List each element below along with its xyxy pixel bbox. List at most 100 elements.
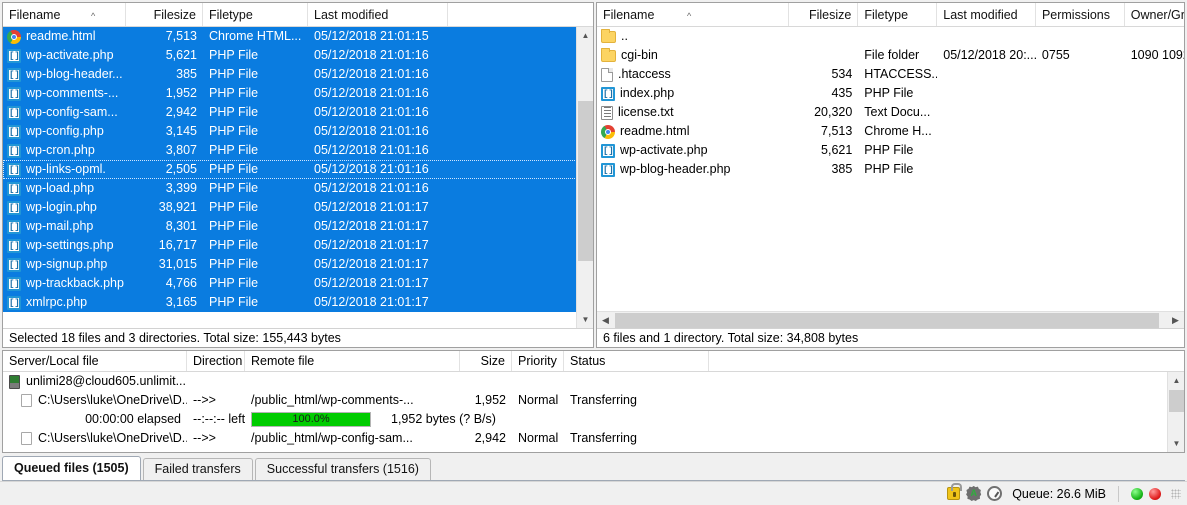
remote-column-filesize[interactable]: Filesize (789, 3, 859, 26)
local-column-filetype[interactable]: Filetype (203, 3, 308, 26)
local-file-row[interactable]: [] wp-trackback.php 4,766 PHP File 05/12/201… (3, 274, 593, 293)
local-column-filename[interactable]: Filename ^ (3, 3, 126, 26)
queue-column-header[interactable]: Server/Local file Direction Remote file … (3, 351, 1184, 372)
remote-column-header[interactable]: Filename ^ Filesize Filetype Last modifi… (597, 3, 1184, 27)
queue-column-size[interactable]: Size (460, 351, 512, 371)
queue-column-priority[interactable]: Priority (512, 351, 564, 371)
local-pane-status: Selected 18 files and 3 directories. Tot… (3, 328, 593, 347)
local-file-row[interactable]: [] wp-activate.php 5,621 PHP File 05/12/2018… (3, 46, 593, 65)
remote-file-name: wp-activate.php (620, 143, 708, 157)
local-file-row[interactable]: [] wp-login.php 38,921 PHP File 05/12/2018 2… (3, 198, 593, 217)
local-vertical-scrollbar[interactable]: ▲ ▼ (576, 27, 593, 328)
local-file-row[interactable]: [] wp-mail.php 8,301 PHP File 05/12/2018 21:… (3, 217, 593, 236)
remote-file-name: license.txt (618, 105, 674, 119)
remote-file-row[interactable]: readme.html 7,513 Chrome H... (597, 122, 1184, 141)
resize-grip[interactable] (1171, 488, 1181, 499)
tab-successful-transfers[interactable]: Successful transfers (1516) (254, 458, 431, 480)
remote-file-row[interactable]: license.txt 20,320 Text Docu... (597, 103, 1184, 122)
queue-list[interactable]: unlimi28@cloud605.unlimit... C:\Users\luk… (3, 372, 1184, 452)
remote-file-permissions: 0755 (1041, 48, 1070, 62)
remote-file-size: 385 (831, 162, 853, 176)
remote-hscroll-thumb[interactable] (615, 313, 1159, 328)
speedometer-icon[interactable] (987, 486, 1003, 501)
queue-column-filler (709, 351, 1149, 371)
queue-transfer-row[interactable]: C:\Users\luke\OneDrive\D... -->> /public_h… (3, 391, 1184, 410)
remote-column-permissions[interactable]: Permissions (1036, 3, 1125, 26)
queue-column-status[interactable]: Status (564, 351, 709, 371)
remote-file-row[interactable]: .htaccess 534 HTACCESS... (597, 65, 1184, 84)
queue-size: 2,942 (474, 431, 506, 445)
queue-server-row[interactable]: unlimi28@cloud605.unlimit... (3, 372, 1184, 391)
local-file-row[interactable]: [] wp-config.php 3,145 PHP File 05/12/2018 2… (3, 122, 593, 141)
remote-scroll-left-button[interactable]: ◀ (597, 312, 614, 329)
local-file-row[interactable]: [] wp-load.php 3,399 PHP File 05/12/2018 21:… (3, 179, 593, 198)
local-file-row[interactable]: [] wp-blog-header... 385 PHP File 05/12/2018… (3, 65, 593, 84)
remote-file-name: wp-blog-header.php (620, 162, 731, 176)
local-column-lastmodified[interactable]: Last modified (308, 3, 448, 26)
remote-file-list[interactable]: .. cgi-bin File folder 05/12/2018 20:... 075… (597, 27, 1184, 311)
remote-column-filename[interactable]: Filename ^ (597, 3, 790, 26)
remote-column-owner[interactable]: Owner/Gro (1125, 3, 1184, 26)
local-file-row[interactable]: readme.html 7,513 Chrome HTML... 05/12/2018… (3, 27, 593, 46)
queue-time-left: --:--:-- left (193, 412, 245, 426)
local-file-modified: 05/12/2018 21:01:17 (314, 257, 429, 271)
local-file-name: wp-settings.php (26, 238, 114, 252)
php-icon: [] (7, 143, 21, 158)
php-icon: [] (7, 105, 21, 120)
local-file-name: wp-login.php (26, 200, 97, 214)
remote-column-filetype[interactable]: Filetype (858, 3, 938, 26)
local-file-modified: 05/12/2018 21:01:16 (314, 67, 429, 81)
remote-file-permissions (1036, 84, 1125, 103)
folder-icon (601, 28, 616, 43)
local-file-row[interactable]: [] wp-comments-... 1,952 PHP File 05/12/2018… (3, 84, 593, 103)
queue-scroll-thumb[interactable] (1169, 390, 1184, 412)
lock-icon[interactable] (947, 483, 963, 500)
local-file-name: wp-signup.php (26, 257, 108, 271)
tab-queued-files[interactable]: Queued files (1505) (2, 456, 141, 480)
remote-file-row[interactable]: .. (597, 27, 1184, 46)
local-file-list[interactable]: readme.html 7,513 Chrome HTML... 05/12/2018… (3, 27, 593, 328)
local-file-modified: 05/12/2018 21:01:17 (314, 295, 429, 309)
gear-icon[interactable] (966, 486, 982, 501)
local-file-row[interactable]: [] wp-settings.php 16,717 PHP File 05/12/201… (3, 236, 593, 255)
local-file-name: wp-links-opml. (26, 162, 106, 176)
remote-file-modified: 05/12/2018 20:... (943, 48, 1036, 62)
progress-percent-label: 100.0% (292, 413, 330, 425)
local-column-header[interactable]: Filename ^ Filesize Filetype Last modifi… (3, 3, 593, 27)
remote-scroll-right-button[interactable]: ▶ (1167, 312, 1184, 329)
local-scroll-up-button[interactable]: ▲ (577, 27, 593, 44)
remote-file-owner (1125, 103, 1184, 122)
local-scroll-down-button[interactable]: ▼ (577, 311, 593, 328)
queue-scroll-down-button[interactable]: ▼ (1168, 435, 1184, 452)
queue-vertical-scrollbar[interactable]: ▲ ▼ (1167, 372, 1184, 452)
tab-failed-transfers[interactable]: Failed transfers (142, 458, 253, 480)
remote-file-row[interactable]: cgi-bin File folder 05/12/2018 20:... 0755 1… (597, 46, 1184, 65)
remote-column-lastmodified[interactable]: Last modified (937, 3, 1036, 26)
local-file-name-cell: [] wp-settings.php (3, 236, 126, 255)
queue-progress-row[interactable]: 00:00:00 elapsed --:--:-- left 100.0% 1,952… (3, 410, 1184, 429)
local-column-filesize[interactable]: Filesize (126, 3, 203, 26)
local-file-row[interactable]: [] wp-config-sam... 2,942 PHP File 05/12/201… (3, 103, 593, 122)
queue-column-serverlocalfile[interactable]: Server/Local file (3, 351, 187, 371)
local-file-modified: 05/12/2018 21:01:17 (314, 276, 429, 290)
remote-file-type: Chrome H... (864, 124, 932, 138)
local-scroll-thumb[interactable] (578, 101, 593, 261)
queue-column-remotefile[interactable]: Remote file (245, 351, 460, 371)
local-file-row[interactable]: [] wp-signup.php 31,015 PHP File 05/12/2018 … (3, 255, 593, 274)
remote-file-row[interactable]: [] index.php 435 PHP File (597, 84, 1184, 103)
queue-transfer-row[interactable]: C:\Users\luke\OneDrive\D... -->> /public_h… (3, 429, 1184, 448)
local-file-pane: Filename ^ Filesize Filetype Last modifi… (2, 2, 594, 348)
remote-horizontal-scrollbar[interactable]: ◀ ▶ (597, 311, 1184, 328)
php-icon: [] (7, 181, 21, 196)
remote-file-row[interactable]: [] wp-blog-header.php 385 PHP File (597, 160, 1184, 179)
remote-file-row[interactable]: [] wp-activate.php 5,621 PHP File (597, 141, 1184, 160)
queue-scroll-up-button[interactable]: ▲ (1168, 372, 1184, 389)
local-file-row[interactable]: [] xmlrpc.php 3,165 PHP File 05/12/2018 21:0… (3, 293, 593, 312)
local-column-filler (448, 3, 578, 26)
queue-progress-cell: 100.0% (245, 410, 385, 429)
queue-column-direction[interactable]: Direction (187, 351, 245, 371)
local-file-row[interactable]: [] wp-links-opml. 2,505 PHP File 05/12/2018 … (3, 160, 593, 179)
queue-status: Transferring (570, 431, 637, 445)
local-file-modified: 05/12/2018 21:01:16 (314, 105, 429, 119)
local-file-row[interactable]: [] wp-cron.php 3,807 PHP File 05/12/2018 21:… (3, 141, 593, 160)
